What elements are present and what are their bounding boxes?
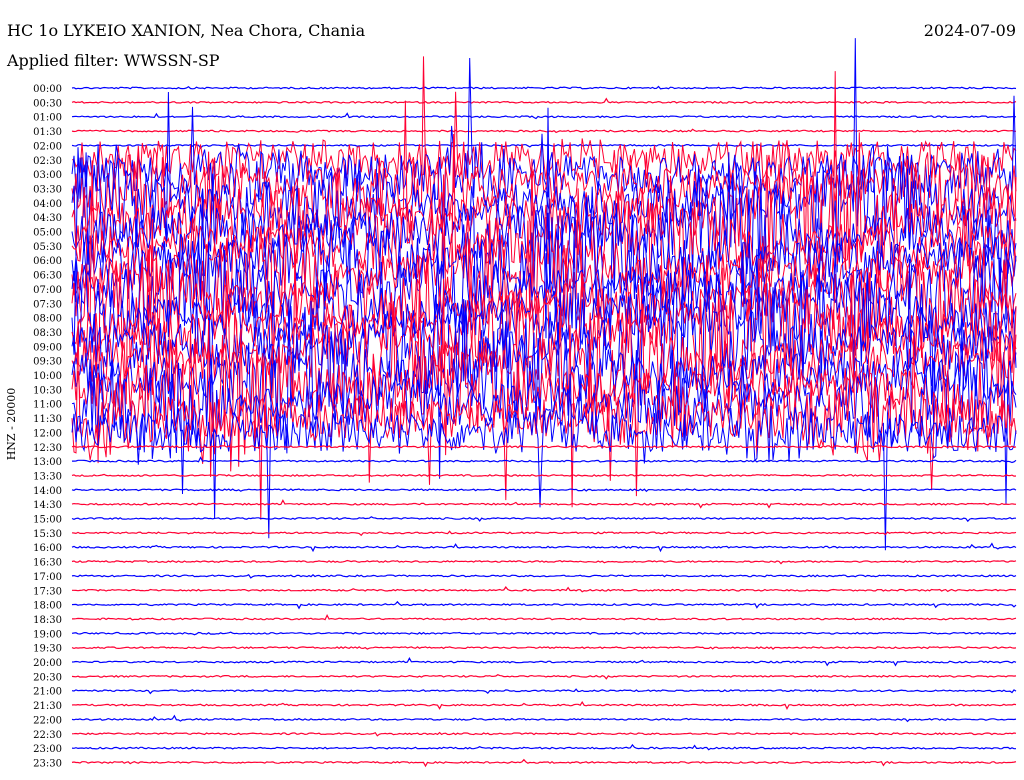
row-time-label: 21:30 bbox=[33, 701, 62, 712]
row-time-label: 12:30 bbox=[33, 443, 62, 454]
trace-line bbox=[71, 85, 1017, 90]
row-time-label: 05:30 bbox=[33, 242, 62, 253]
row-time-label: 17:00 bbox=[33, 572, 62, 583]
row-time-label: 23:00 bbox=[33, 744, 62, 755]
trace-line bbox=[71, 97, 1017, 104]
trace-line bbox=[71, 700, 1017, 711]
row-time-label: 01:30 bbox=[33, 127, 62, 138]
row-time-label: 08:30 bbox=[33, 328, 62, 339]
row-time-label: 04:30 bbox=[33, 213, 62, 224]
row-time-label: 23:30 bbox=[33, 758, 62, 769]
trace-line bbox=[71, 631, 1017, 636]
trace-line bbox=[72, 585, 1017, 593]
row-time-label: 02:00 bbox=[33, 141, 62, 152]
row-time-label: 16:00 bbox=[33, 543, 62, 554]
row-time-label: 09:00 bbox=[33, 342, 62, 353]
row-time-label: 22:30 bbox=[33, 730, 62, 741]
row-time-label: 03:00 bbox=[33, 170, 62, 181]
row-time-label: 19:00 bbox=[33, 629, 62, 640]
row-time-label: 01:00 bbox=[33, 113, 62, 124]
row-time-label: 03:30 bbox=[33, 184, 62, 195]
row-time-label: 06:00 bbox=[33, 256, 62, 267]
row-time-label: 14:00 bbox=[33, 486, 62, 497]
row-time-label: 15:00 bbox=[33, 515, 62, 526]
row-time-label: 18:00 bbox=[33, 601, 62, 612]
trace-line bbox=[71, 488, 1017, 493]
row-time-label: 00:00 bbox=[33, 84, 62, 95]
trace-line bbox=[71, 758, 1017, 768]
row-time-label: 00:30 bbox=[33, 98, 62, 109]
trace-line bbox=[71, 112, 1017, 120]
trace-line bbox=[72, 613, 1017, 621]
row-time-label: 21:00 bbox=[33, 687, 62, 698]
trace-line bbox=[71, 731, 1017, 737]
row-time-label: 15:30 bbox=[33, 529, 62, 540]
trace-line bbox=[71, 657, 1017, 667]
row-time-label: 20:30 bbox=[33, 672, 62, 683]
row-time-label: 04:00 bbox=[33, 199, 62, 210]
row-time-label: 08:00 bbox=[33, 314, 62, 325]
trace-line bbox=[71, 646, 1017, 650]
trace-line bbox=[71, 674, 1017, 680]
trace-line bbox=[71, 559, 1017, 565]
trace-line bbox=[71, 516, 1016, 523]
row-time-label: 20:00 bbox=[33, 658, 62, 669]
row-time-label: 11:00 bbox=[33, 400, 62, 411]
row-time-label: 22:00 bbox=[33, 715, 62, 726]
trace-line bbox=[71, 542, 1017, 553]
trace-line bbox=[71, 530, 1017, 537]
row-time-label: 12:00 bbox=[33, 428, 62, 439]
trace-line bbox=[71, 128, 1017, 134]
row-time-label: 18:30 bbox=[33, 615, 62, 626]
trace-line bbox=[71, 743, 1016, 751]
y-axis-label: HNZ - 20000 bbox=[5, 388, 18, 461]
row-time-label: 09:30 bbox=[33, 357, 62, 368]
row-time-label: 19:30 bbox=[33, 644, 62, 655]
row-time-label: 06:30 bbox=[33, 271, 62, 282]
row-time-label: 07:30 bbox=[33, 299, 62, 310]
row-time-label: 13:30 bbox=[33, 471, 62, 482]
trace-line bbox=[71, 574, 1017, 579]
trace-line bbox=[71, 600, 1017, 610]
row-time-label: 02:30 bbox=[33, 156, 62, 167]
row-time-label: 07:00 bbox=[33, 285, 62, 296]
trace-line bbox=[71, 688, 1017, 695]
row-label-group: 00:00 00:30 01:00 01:30 02:00 02:30 03:00 03:30… bbox=[33, 84, 62, 769]
row-time-label: 10:00 bbox=[33, 371, 62, 382]
trace-line bbox=[71, 714, 1017, 723]
trace-group bbox=[71, 38, 1017, 768]
row-time-label: 13:00 bbox=[33, 457, 62, 468]
trace-line bbox=[71, 499, 1017, 509]
row-time-label: 16:30 bbox=[33, 558, 62, 569]
row-time-label: 10:30 bbox=[33, 385, 62, 396]
row-time-label: 17:30 bbox=[33, 586, 62, 597]
row-time-label: 05:00 bbox=[33, 228, 62, 239]
row-time-label: 14:30 bbox=[33, 500, 62, 511]
trace-line bbox=[71, 143, 1017, 150]
helicorder-plot: 00:00 00:30 01:00 01:30 02:00 02:30 03:00 03:30… bbox=[5, 38, 1017, 769]
row-time-label: 11:30 bbox=[33, 414, 62, 425]
